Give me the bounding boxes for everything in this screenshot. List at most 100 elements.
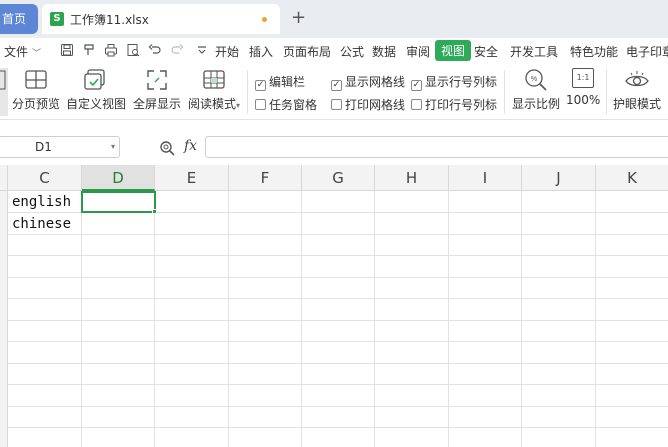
- formula-input[interactable]: [205, 136, 668, 158]
- page-break-preview-label: 分页预览: [12, 97, 61, 111]
- menu-item-home[interactable]: 开始: [215, 43, 239, 60]
- column-header-e[interactable]: E: [155, 165, 229, 191]
- print-icon[interactable]: [104, 43, 118, 57]
- show-headings-checkbox[interactable]: ✓ 显示行号列标: [411, 73, 497, 91]
- checkbox-unchecked-icon: [411, 99, 422, 110]
- full-screen-icon: [147, 70, 167, 90]
- ribbon-divider: [606, 70, 607, 114]
- checkbox-unchecked-icon: [331, 99, 342, 110]
- custom-view-icon: [84, 69, 105, 90]
- row-header-strip[interactable]: [0, 191, 8, 447]
- menu-item-e-seal[interactable]: 电子印章: [626, 43, 668, 60]
- cell-c1[interactable]: english: [12, 194, 71, 210]
- print-preview-icon[interactable]: [126, 43, 140, 57]
- gridline: [8, 298, 668, 299]
- column-header-g[interactable]: G: [302, 165, 375, 191]
- chevron-down-icon[interactable]: ▾: [111, 137, 115, 157]
- format-painter-icon[interactable]: [82, 43, 96, 57]
- menu-item-data[interactable]: 数据: [372, 43, 396, 60]
- ribbon-divider: [504, 70, 505, 114]
- reading-mode-button[interactable]: 阅读模式▾: [186, 68, 242, 112]
- zoom-ratio-label: 显示比例: [512, 97, 561, 111]
- unsaved-indicator-icon: [262, 17, 267, 22]
- name-box[interactable]: D1 ▾: [0, 136, 120, 158]
- zoom-100-button[interactable]: 1:1 100%: [566, 68, 600, 107]
- spreadsheet-icon: S: [50, 12, 64, 26]
- cell-c2[interactable]: chinese: [12, 216, 71, 232]
- gridline: [8, 363, 668, 364]
- full-screen-button[interactable]: 全屏显示: [133, 68, 181, 112]
- fill-handle[interactable]: [152, 209, 157, 214]
- tab-document[interactable]: S 工作簿11.xlsx: [42, 4, 280, 34]
- menu-bar: 文件 ﹀ 开始 插入 页面布局 公式 数据 审阅 视图 安全 开发工具 特色功能 …: [0, 38, 668, 64]
- menu-item-view[interactable]: 视图: [435, 40, 472, 61]
- eye-protection-button[interactable]: 护眼模式: [612, 68, 662, 112]
- new-tab-button[interactable]: +: [291, 7, 306, 29]
- file-menu[interactable]: 文件 ﹀: [4, 43, 41, 60]
- print-headings-checkbox[interactable]: 打印行号列标: [411, 96, 497, 113]
- gridline: [8, 277, 668, 278]
- formula-bar-checkbox[interactable]: ✓ 编辑栏: [255, 73, 305, 91]
- task-pane-checkbox[interactable]: 任务窗格: [255, 96, 317, 113]
- page-break-preview-button[interactable]: 分页预览: [12, 68, 60, 112]
- column-header-f[interactable]: F: [229, 165, 302, 191]
- tab-home[interactable]: 首页: [0, 4, 38, 34]
- normal-view-button[interactable]: [0, 68, 8, 116]
- checkbox-checked-icon: ✓: [331, 80, 342, 91]
- redo-icon[interactable]: [170, 43, 184, 57]
- gridline: [8, 255, 668, 256]
- column-header-h[interactable]: H: [375, 165, 449, 191]
- checkbox-unchecked-icon: [255, 99, 266, 110]
- gridline: [81, 191, 82, 447]
- column-header-k[interactable]: K: [596, 165, 668, 191]
- menu-item-page-layout[interactable]: 页面布局: [283, 43, 331, 60]
- custom-view-label: 自定义视图: [66, 97, 127, 111]
- more-chevron-icon[interactable]: [195, 43, 209, 57]
- column-header-i[interactable]: I: [449, 165, 522, 191]
- gridline: [301, 191, 302, 447]
- gridline: [374, 191, 375, 447]
- search-formula-icon[interactable]: [159, 140, 175, 156]
- print-gridlines-checkbox-label: 打印网格线: [345, 98, 406, 112]
- gridline: [448, 191, 449, 447]
- reading-mode-dropdown-icon[interactable]: ▾: [236, 101, 240, 110]
- menu-item-insert[interactable]: 插入: [249, 43, 273, 60]
- svg-text:%: %: [531, 76, 537, 83]
- gridline: [8, 234, 668, 235]
- task-pane-checkbox-label: 任务窗格: [269, 98, 318, 112]
- gridline: [8, 406, 668, 407]
- show-gridlines-checkbox[interactable]: ✓ 显示网格线: [331, 73, 405, 91]
- menu-item-security[interactable]: 安全: [474, 43, 498, 60]
- menu-item-special-features[interactable]: 特色功能: [570, 43, 618, 60]
- menu-item-developer[interactable]: 开发工具: [510, 43, 558, 60]
- column-header-j[interactable]: J: [522, 165, 596, 191]
- column-header-c[interactable]: C: [8, 165, 82, 191]
- spreadsheet-grid[interactable]: C D E F G H I J K english chinese: [0, 165, 668, 447]
- gridline: [154, 191, 155, 447]
- chevron-down-icon: ﹀: [32, 49, 42, 59]
- view-ribbon: 分页预览 自定义视图 全屏显示 阅读模式▾ ✓ 编辑栏 任务窗格 ✓ 显示网格线 打…: [0, 64, 668, 120]
- checkbox-checked-icon: ✓: [255, 80, 266, 91]
- eye-icon: [625, 71, 649, 87]
- reading-mode-label: 阅读模式: [187, 97, 236, 111]
- formula-bar: D1 ▾ fx: [0, 130, 668, 164]
- full-screen-label: 全屏显示: [133, 97, 182, 111]
- page-break-preview-icon: [25, 70, 47, 89]
- gridline: [8, 384, 668, 385]
- checkbox-checked-icon: ✓: [411, 80, 422, 91]
- gridline: [521, 191, 522, 447]
- custom-view-button[interactable]: 自定义视图: [66, 68, 127, 112]
- insert-function-icon[interactable]: fx: [184, 138, 197, 154]
- save-icon[interactable]: [60, 43, 74, 57]
- gridline: [228, 191, 229, 447]
- cell-reference: D1: [35, 140, 52, 154]
- active-cell-d1[interactable]: [81, 191, 156, 213]
- column-header-d[interactable]: D: [82, 165, 155, 191]
- menu-item-formulas[interactable]: 公式: [340, 43, 364, 60]
- print-gridlines-checkbox[interactable]: 打印网格线: [331, 96, 405, 113]
- menu-item-review[interactable]: 审阅: [406, 43, 430, 60]
- actual-size-icon: 1:1: [572, 68, 594, 88]
- zoom-ratio-button[interactable]: % 显示比例: [512, 68, 560, 112]
- undo-icon[interactable]: [148, 43, 162, 57]
- file-menu-label: 文件: [4, 45, 29, 59]
